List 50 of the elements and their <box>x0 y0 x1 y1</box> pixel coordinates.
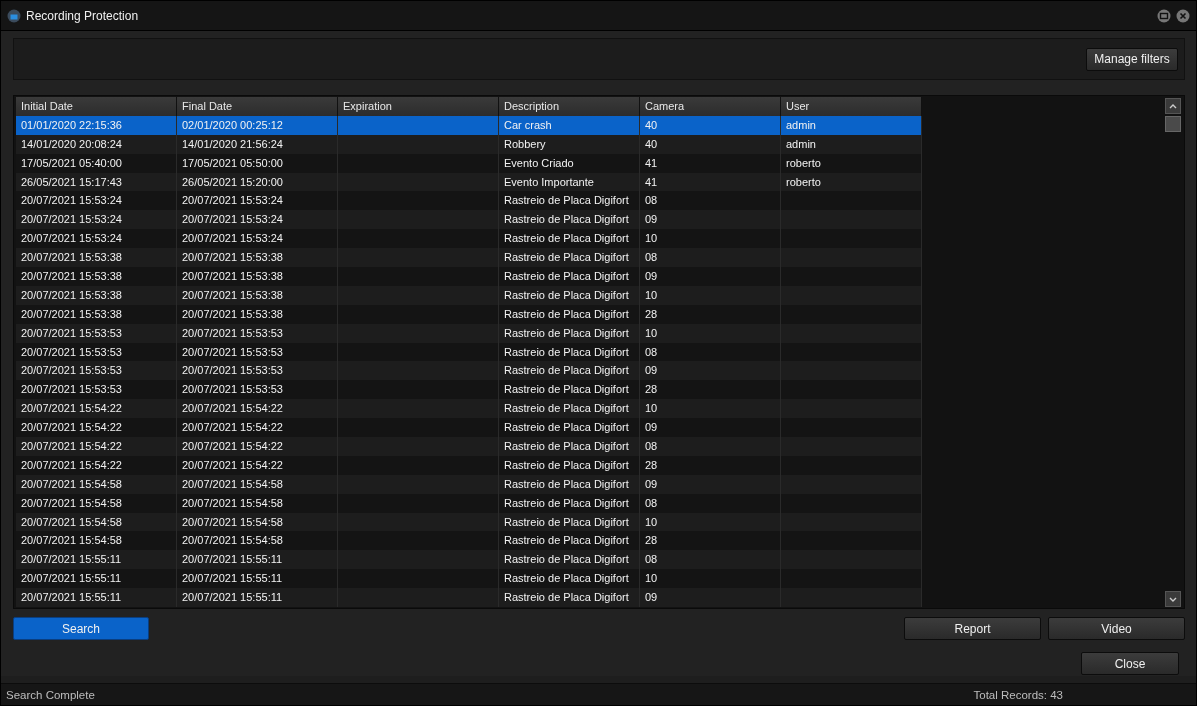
report-button[interactable]: Report <box>904 617 1041 640</box>
table-cell: 08 <box>640 550 781 570</box>
table-cell: 09 <box>640 588 781 608</box>
table-cell: 20/07/2021 15:54:22 <box>16 399 177 419</box>
column-header[interactable]: Camera <box>640 97 781 116</box>
table-cell: 09 <box>640 210 781 230</box>
table-cell: Rastreio de Placa Digifort <box>499 437 640 456</box>
close-icon[interactable] <box>1176 8 1190 23</box>
column-header[interactable]: User <box>781 97 922 116</box>
scrollbar-thumb[interactable] <box>1165 116 1181 132</box>
table-cell: 10 <box>640 399 781 419</box>
table-cell: 20/07/2021 15:53:38 <box>177 248 338 267</box>
chevron-down-icon <box>1169 596 1177 602</box>
table-cell: Rastreio de Placa Digifort <box>499 248 640 267</box>
close-button[interactable]: Close <box>1081 652 1179 675</box>
table-cell: 08 <box>640 248 781 267</box>
table-cell: Rastreio de Placa Digifort <box>499 361 640 381</box>
table-cell: 20/07/2021 15:53:53 <box>16 361 177 381</box>
video-button[interactable]: Video <box>1048 617 1185 640</box>
column-header[interactable]: Final Date <box>177 97 338 116</box>
table-cell: 20/07/2021 15:53:24 <box>16 210 177 230</box>
table-cell: 20/07/2021 15:55:11 <box>16 550 177 570</box>
table-cell: 20/07/2021 15:54:22 <box>177 399 338 419</box>
table-cell: 20/07/2021 15:55:11 <box>177 588 338 608</box>
chevron-up-icon <box>1169 103 1177 109</box>
table-cell: 20/07/2021 15:54:22 <box>177 437 338 456</box>
search-button[interactable]: Search <box>13 617 149 640</box>
table-cell: Rastreio de Placa Digifort <box>499 588 640 608</box>
column-header[interactable]: Initial Date <box>16 97 177 116</box>
scroll-down-button[interactable] <box>1165 591 1181 607</box>
table-cell: Rastreio de Placa Digifort <box>499 210 640 230</box>
column-header[interactable]: Expiration <box>338 97 499 116</box>
table-cell: 08 <box>640 437 781 456</box>
window-title: Recording Protection <box>26 8 140 23</box>
app-icon <box>7 8 21 23</box>
status-message: Search Complete <box>6 688 95 701</box>
total-records: Total Records: 43 <box>973 688 1063 701</box>
table-cell: 20/07/2021 15:55:11 <box>16 588 177 608</box>
table-cell: Rastreio de Placa Digifort <box>499 550 640 570</box>
table-cell: 20/07/2021 15:53:38 <box>16 248 177 267</box>
minimize-icon[interactable] <box>1157 8 1171 23</box>
table-cell: 20/07/2021 15:53:24 <box>177 210 338 230</box>
table-cell: 20/07/2021 15:55:11 <box>177 550 338 570</box>
table-cell: Rastreio de Placa Digifort <box>499 399 640 419</box>
scroll-up-button[interactable] <box>1165 98 1181 114</box>
table-cell: 09 <box>640 361 781 381</box>
column-header[interactable]: Description <box>499 97 640 116</box>
table-cell: 20/07/2021 15:53:53 <box>177 361 338 381</box>
table-cell: 20/07/2021 15:54:22 <box>16 437 177 456</box>
manage-filters-button[interactable]: Manage filters <box>1086 47 1178 71</box>
